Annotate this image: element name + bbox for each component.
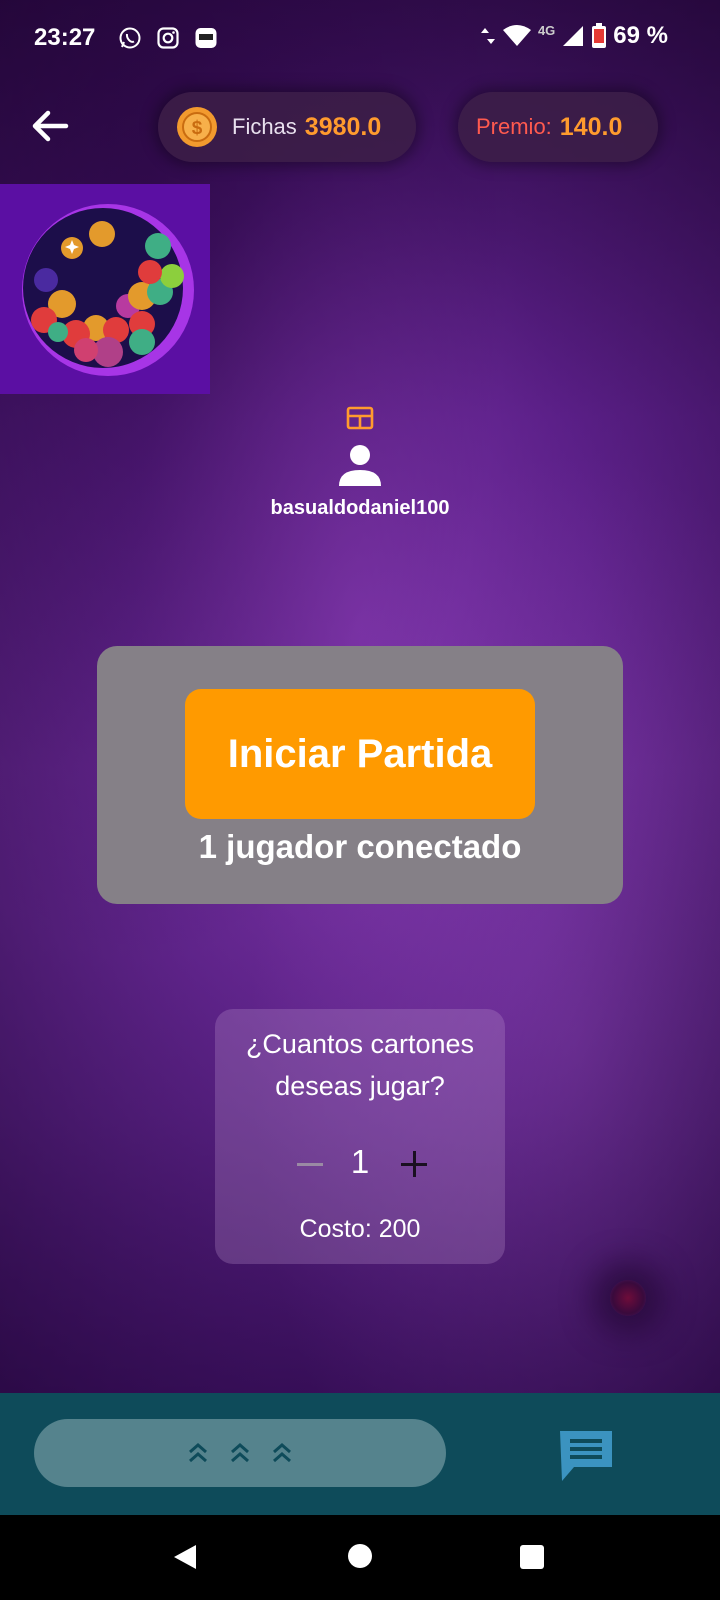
status-time: 23:27 bbox=[34, 24, 96, 51]
adblocker-icon bbox=[195, 28, 217, 48]
nav-back-icon[interactable] bbox=[172, 1543, 198, 1571]
back-arrow-icon[interactable] bbox=[28, 104, 72, 148]
premio-counter: Premio: 140.0 bbox=[458, 92, 658, 162]
whatsapp-icon bbox=[119, 27, 141, 49]
fichas-value: 3980.0 bbox=[304, 112, 382, 141]
game-logo bbox=[0, 184, 210, 394]
status-bar: 23:27 4G 69 % bbox=[0, 0, 720, 78]
network-type: 4G bbox=[537, 22, 556, 38]
chevron-up-icon bbox=[273, 1443, 291, 1463]
svg-text:$: $ bbox=[192, 118, 203, 139]
system-nav-bar bbox=[0, 1515, 720, 1600]
user-icon bbox=[339, 445, 381, 486]
data-transfer-icon bbox=[480, 28, 495, 44]
chevron-up-icon bbox=[189, 1443, 207, 1463]
cards-question-line2: deseas jugar? bbox=[275, 1071, 445, 1101]
battery-level: 69 % bbox=[613, 22, 668, 49]
nav-home-icon[interactable] bbox=[348, 1544, 372, 1568]
cost-text: Costo: 200 bbox=[299, 1215, 421, 1243]
chat-icon[interactable] bbox=[558, 1427, 614, 1483]
increase-button[interactable] bbox=[397, 1139, 431, 1189]
decrease-button[interactable] bbox=[293, 1139, 327, 1189]
instagram-icon bbox=[157, 27, 179, 49]
bingo-balls-logo bbox=[22, 204, 194, 376]
battery-icon bbox=[592, 23, 607, 48]
quantity-stepper: 1 bbox=[215, 1139, 505, 1189]
cards-question-line1: ¿Cuantos cartones bbox=[245, 1029, 475, 1059]
premio-label: Premio: bbox=[476, 114, 552, 139]
chevron-up-icon bbox=[231, 1443, 249, 1463]
notification-icons bbox=[118, 26, 218, 50]
username: basualdodaniel100 bbox=[270, 497, 450, 519]
card-icon bbox=[346, 406, 374, 430]
expand-panel-button[interactable] bbox=[34, 1419, 446, 1487]
decorative-dot bbox=[610, 1280, 646, 1316]
cards-selector: ¿Cuantos cartones deseas jugar? 1 Costo:… bbox=[215, 1009, 505, 1264]
nav-recents-icon[interactable] bbox=[520, 1545, 544, 1569]
quantity-value: 1 bbox=[350, 1143, 370, 1180]
bottom-panel bbox=[0, 1393, 720, 1515]
fichas-counter: $ Fichas 3980.0 bbox=[158, 92, 416, 162]
system-status: 4G 69 % bbox=[480, 22, 668, 50]
fichas-label: Fichas bbox=[232, 114, 297, 139]
signal-icon bbox=[563, 26, 584, 46]
connected-players-text: 1 jugador conectado bbox=[198, 828, 522, 865]
coin-icon: $ bbox=[177, 107, 217, 147]
cards-question: ¿Cuantos cartones deseas jugar? bbox=[215, 1023, 505, 1107]
wifi-icon bbox=[502, 25, 531, 46]
start-game-panel: Iniciar Partida 1 jugador conectado bbox=[97, 646, 623, 904]
premio-value: 140.0 bbox=[559, 112, 623, 141]
start-game-button[interactable]: Iniciar Partida bbox=[185, 689, 535, 819]
